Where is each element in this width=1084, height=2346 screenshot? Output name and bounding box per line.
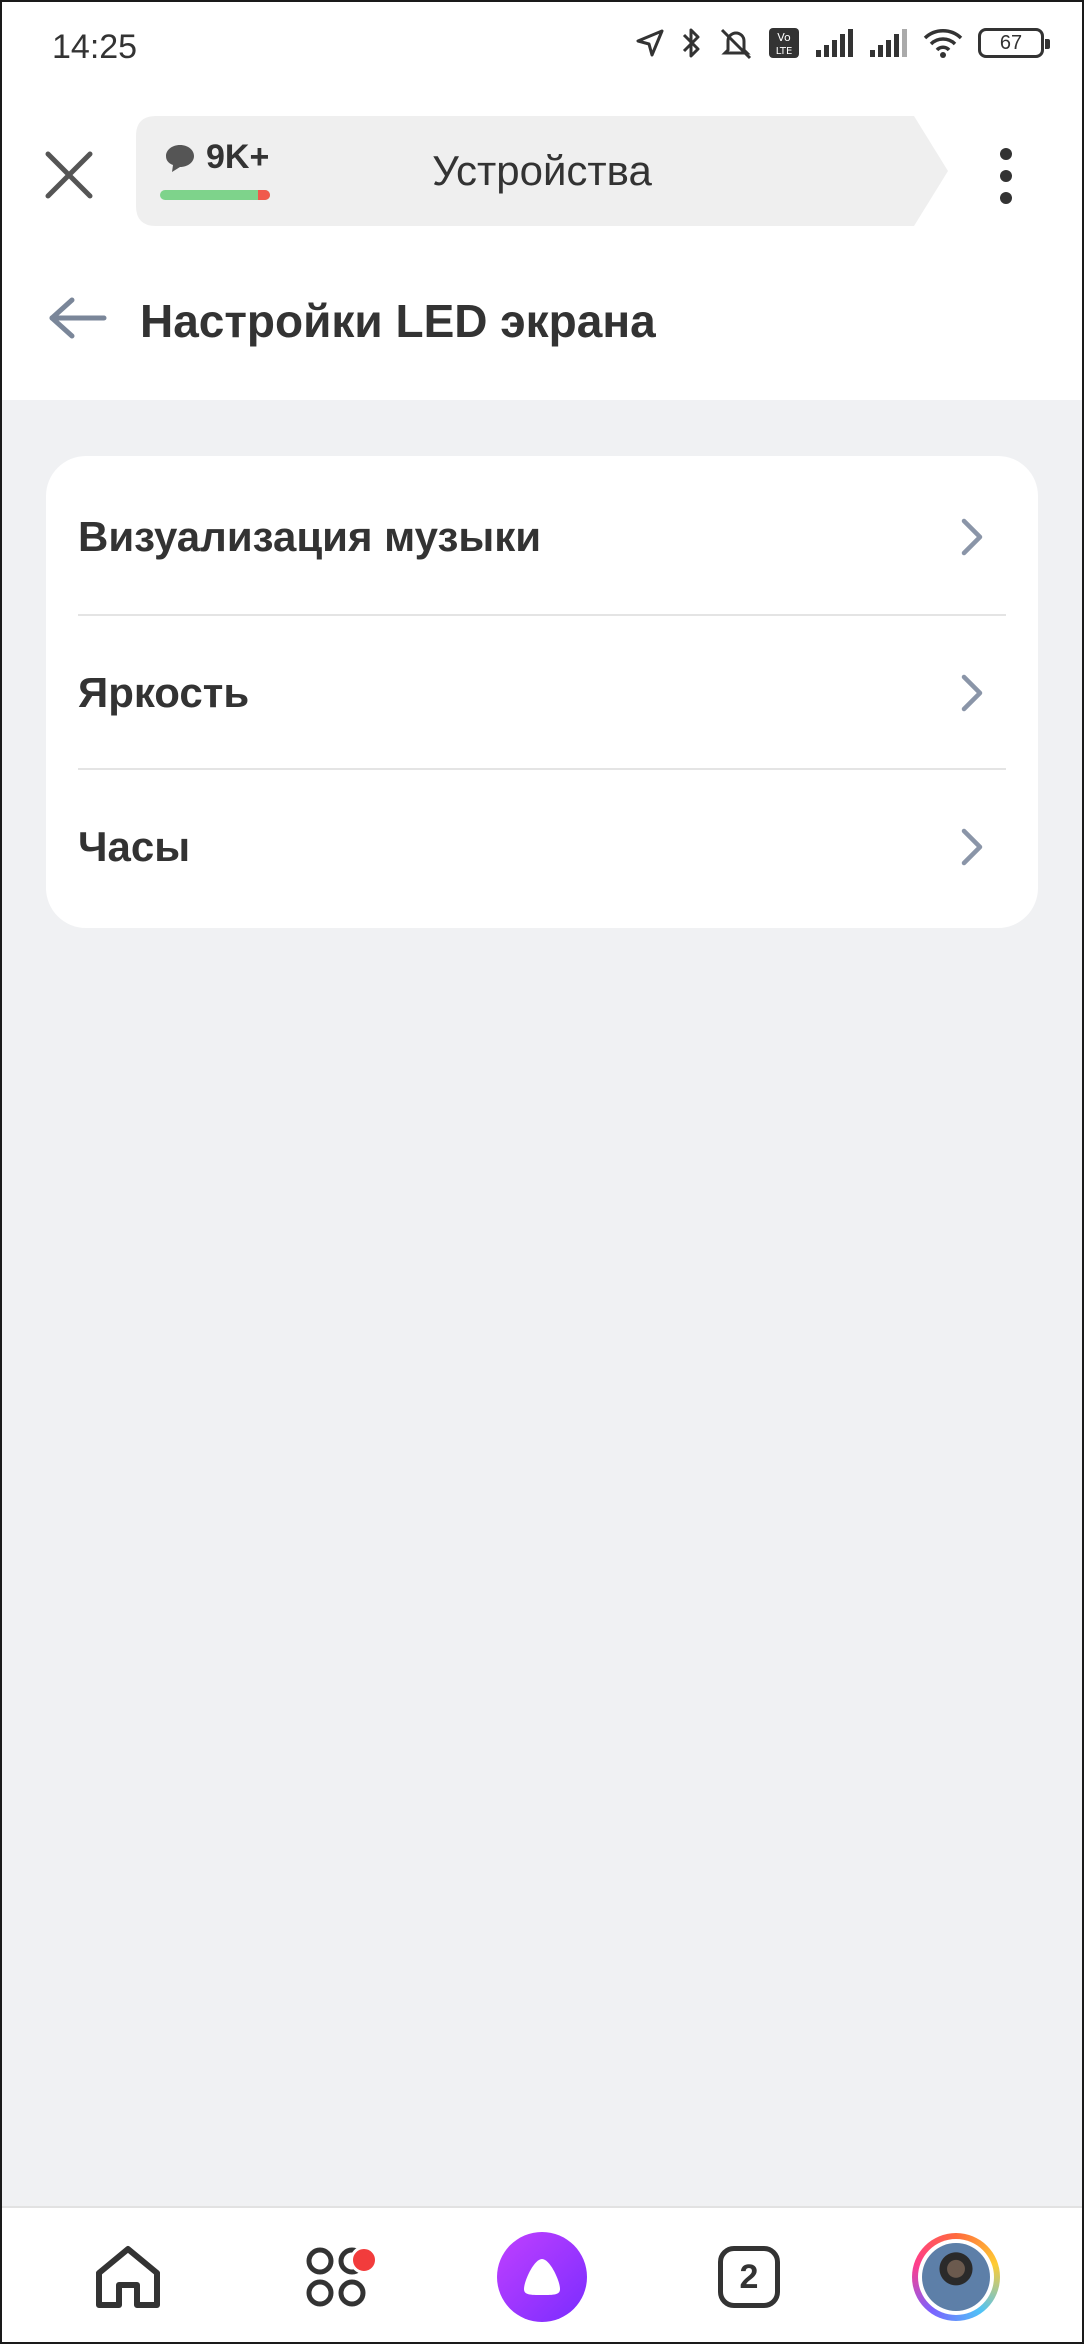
settings-item-label: Часы xyxy=(78,823,191,870)
muted-bell-icon xyxy=(720,28,752,60)
settings-item-label: Яркость xyxy=(78,669,250,716)
tab-title: Устройства xyxy=(432,147,652,194)
status-time: 14:25 xyxy=(52,28,138,66)
bluetooth-icon xyxy=(682,28,700,58)
settings-card: Визуализация музыки Яркость Часы xyxy=(46,456,1038,928)
status-bar: 14:25 Vo LTE 67 xyxy=(0,0,1084,100)
volte-icon: Vo LTE xyxy=(769,28,799,58)
settings-item-music-visualization[interactable]: Визуализация музыки xyxy=(78,460,1006,614)
tabs-icon: 2 xyxy=(718,2246,780,2308)
wifi-icon xyxy=(923,29,963,58)
avatar xyxy=(912,2233,1000,2321)
home-icon xyxy=(96,2246,160,2308)
status-icons: Vo LTE 67 xyxy=(634,26,1050,60)
settings-item-label: Визуализация музыки xyxy=(78,513,542,560)
svg-text:LTE: LTE xyxy=(776,46,793,57)
nav-services[interactable] xyxy=(292,2208,380,2346)
current-tab-pill[interactable]: 9K+ Устройства xyxy=(136,116,948,226)
battery-level: 67 xyxy=(999,31,1023,54)
bottom-navigation: 2 xyxy=(0,2206,1084,2346)
settings-item-clock[interactable]: Часы xyxy=(78,770,1006,924)
back-arrow-icon[interactable] xyxy=(48,296,108,340)
avatar-inner xyxy=(918,2239,994,2315)
page-title: Настройки LED экрана xyxy=(140,295,656,347)
browser-toolbar: 9K+ Устройства xyxy=(0,100,1084,248)
nav-profile[interactable] xyxy=(912,2208,1000,2346)
signal-icon xyxy=(816,29,853,57)
avatar-photo xyxy=(922,2243,990,2311)
page-header: Настройки LED экрана xyxy=(0,246,1084,398)
chevron-right-icon xyxy=(961,828,983,866)
kebab-menu-icon[interactable] xyxy=(994,146,1018,206)
alice-icon xyxy=(497,2232,587,2322)
alice-glyph xyxy=(524,2259,560,2295)
chevron-right-icon xyxy=(961,674,983,712)
battery-icon: 67 xyxy=(978,28,1050,58)
signal-icon xyxy=(870,29,907,57)
nav-alice[interactable] xyxy=(497,2208,587,2346)
close-icon[interactable] xyxy=(42,148,96,202)
location-icon xyxy=(636,29,664,57)
settings-content: Визуализация музыки Яркость Часы xyxy=(0,400,1084,2206)
settings-item-brightness[interactable]: Яркость xyxy=(78,616,1006,770)
svg-text:Vo: Vo xyxy=(777,31,791,44)
nav-tabs[interactable]: 2 xyxy=(718,2208,780,2346)
chevron-right-icon xyxy=(961,518,983,556)
nav-home[interactable] xyxy=(84,2208,172,2346)
notification-dot xyxy=(350,2246,378,2274)
